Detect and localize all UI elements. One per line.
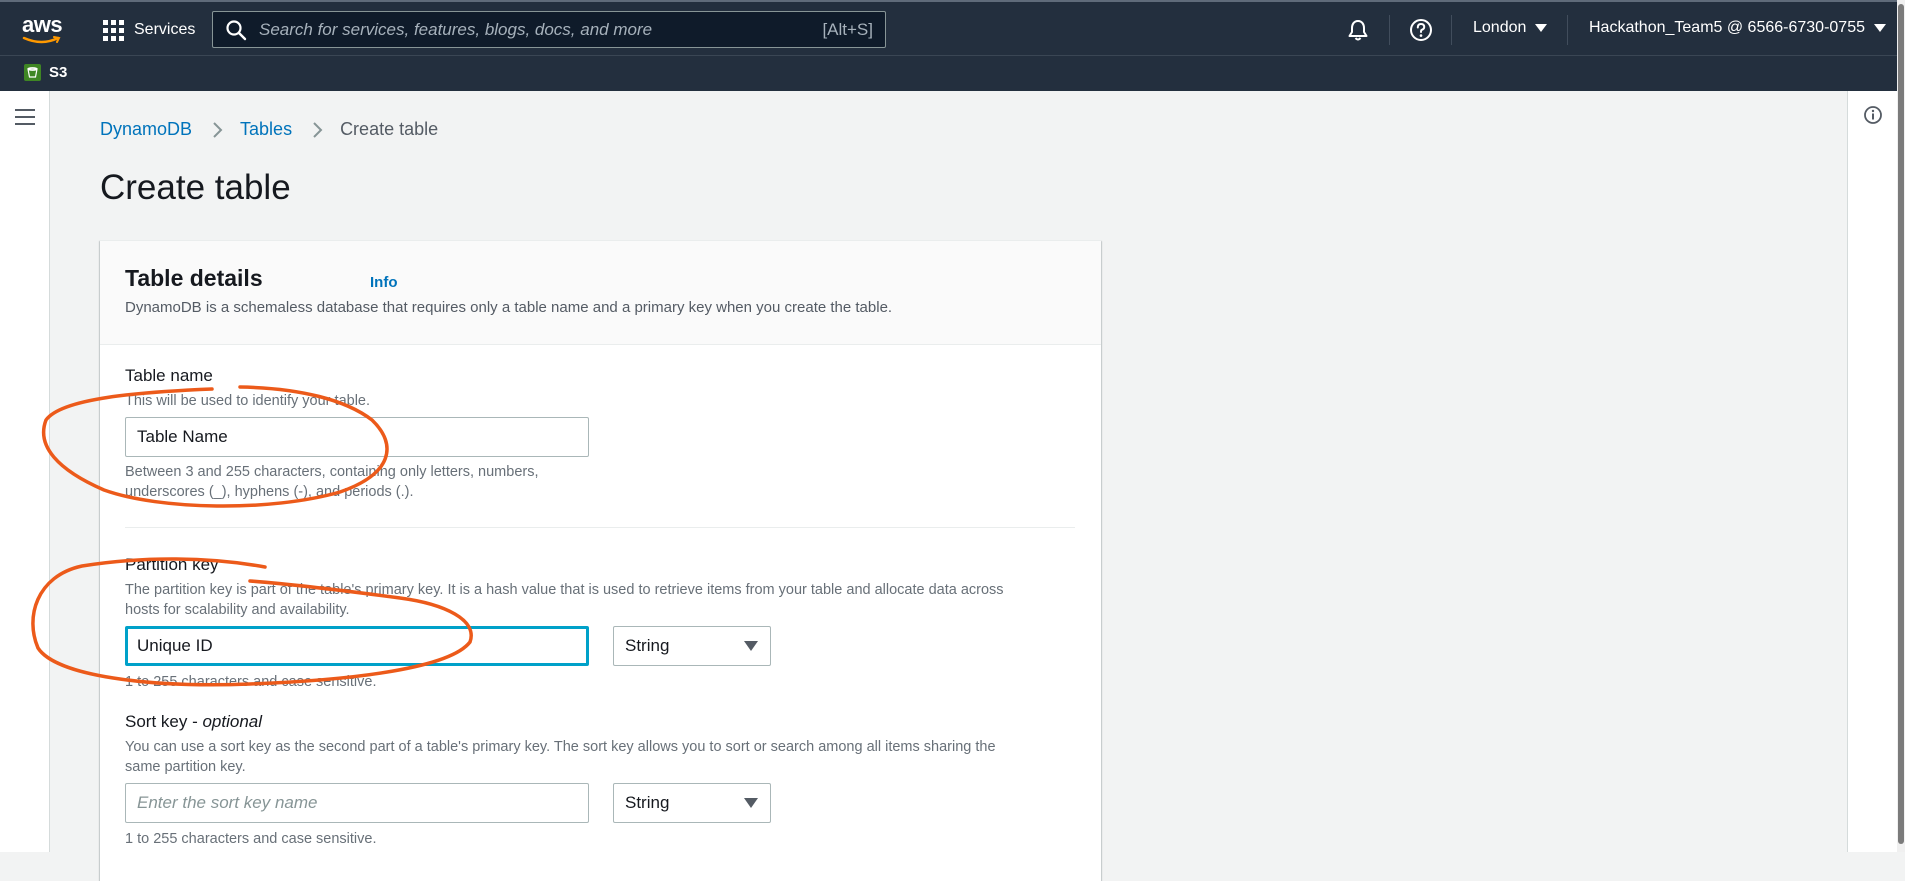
favorites-bar: S3 <box>0 55 1905 91</box>
top-navigation: aws Services [Alt+S] London Hackathon_T <box>0 0 1905 55</box>
search-bar[interactable]: [Alt+S] <box>212 11 886 48</box>
panel-title: Table details <box>125 265 263 291</box>
region-selector[interactable]: London <box>1473 19 1548 37</box>
table-name-description: This will be used to identify your table… <box>125 393 371 409</box>
search-shortcut: [Alt+S] <box>822 19 873 39</box>
table-name-label: Table name <box>125 366 213 385</box>
partition-key-label: Partition key <box>125 555 219 574</box>
sort-key-type-value: String <box>625 793 670 812</box>
table-name-input[interactable] <box>125 417 589 457</box>
bell-icon[interactable] <box>1345 17 1371 43</box>
sort-key-label-text: Sort key - <box>125 712 203 731</box>
sort-key-input[interactable] <box>125 783 589 823</box>
hamburger-icon[interactable] <box>15 109 35 125</box>
nav-divider <box>1451 15 1452 45</box>
favorite-s3-label: S3 <box>49 64 68 81</box>
panel-header: Table details Info DynamoDB is a schemal… <box>100 241 1101 345</box>
sort-key-type-select[interactable]: String <box>613 783 771 823</box>
sort-key-label: Sort key - optional <box>125 712 262 732</box>
nav-divider <box>1389 15 1390 45</box>
account-label: Hackathon_Team5 @ 6566-6730-0755 <box>1589 19 1865 36</box>
panel-description: DynamoDB is a schemaless database that r… <box>125 299 893 316</box>
breadcrumb-current: Create table <box>340 119 439 139</box>
scrollbar-thumb[interactable] <box>1898 4 1904 844</box>
breadcrumb: DynamoDB Tables Create table <box>100 119 438 140</box>
table-details-panel: Table details Info DynamoDB is a schemal… <box>100 240 1101 881</box>
sort-key-optional-label: optional <box>202 712 263 731</box>
breadcrumb-dynamodb[interactable]: DynamoDB <box>100 119 192 140</box>
sort-key-constraint: 1 to 255 characters and case sensitive. <box>125 831 377 847</box>
partition-key-description-line: The partition key is part of the table's… <box>125 582 1004 598</box>
caret-down-icon <box>1873 24 1886 32</box>
s3-icon <box>24 64 41 81</box>
side-navigation-rail <box>0 91 50 852</box>
partition-key-type-select[interactable]: String <box>613 626 771 666</box>
sort-key-description: You can use a sort key as the second par… <box>125 737 996 777</box>
partition-key-input[interactable] <box>125 626 589 666</box>
help-icon[interactable] <box>1408 17 1434 43</box>
table-name-constraint-line: underscores (_), hyphens (-), and period… <box>125 484 414 500</box>
chevron-right-icon <box>213 121 223 138</box>
tools-panel-rail <box>1847 91 1897 852</box>
aws-logo[interactable]: aws <box>22 14 66 44</box>
aws-logo-text: aws <box>22 12 63 37</box>
chevron-right-icon <box>313 121 323 138</box>
aws-smile-icon <box>22 36 61 44</box>
caret-down-icon <box>1535 24 1548 32</box>
table-name-constraint: Between 3 and 255 characters, containing… <box>125 462 539 502</box>
grid-icon <box>103 19 124 41</box>
page-title: Create table <box>100 168 291 207</box>
favorite-s3[interactable]: S3 <box>24 64 67 81</box>
search-icon <box>226 19 247 40</box>
partition-key-constraint: 1 to 255 characters and case sensitive. <box>125 674 377 690</box>
partition-key-description-line: hosts for scalability and availability. <box>125 602 350 618</box>
search-input[interactable] <box>257 18 823 41</box>
partition-key-type-value: String <box>625 636 670 655</box>
account-menu[interactable]: Hackathon_Team5 @ 6566-6730-0755 <box>1589 19 1886 37</box>
info-icon[interactable] <box>1864 106 1882 124</box>
breadcrumb-tables[interactable]: Tables <box>240 119 292 140</box>
caret-down-icon <box>744 798 758 808</box>
partition-key-description: The partition key is part of the table's… <box>125 580 1004 620</box>
info-link[interactable]: Info <box>370 274 398 291</box>
sort-key-description-line: same partition key. <box>125 759 246 775</box>
services-button[interactable]: Services <box>103 17 195 43</box>
caret-down-icon <box>744 641 758 651</box>
sort-key-description-line: You can use a sort key as the second par… <box>125 739 996 755</box>
section-divider <box>125 527 1075 528</box>
nav-divider <box>1567 15 1568 45</box>
services-label: Services <box>134 21 196 38</box>
region-label: London <box>1473 19 1527 36</box>
table-name-constraint-line: Between 3 and 255 characters, containing… <box>125 464 539 480</box>
